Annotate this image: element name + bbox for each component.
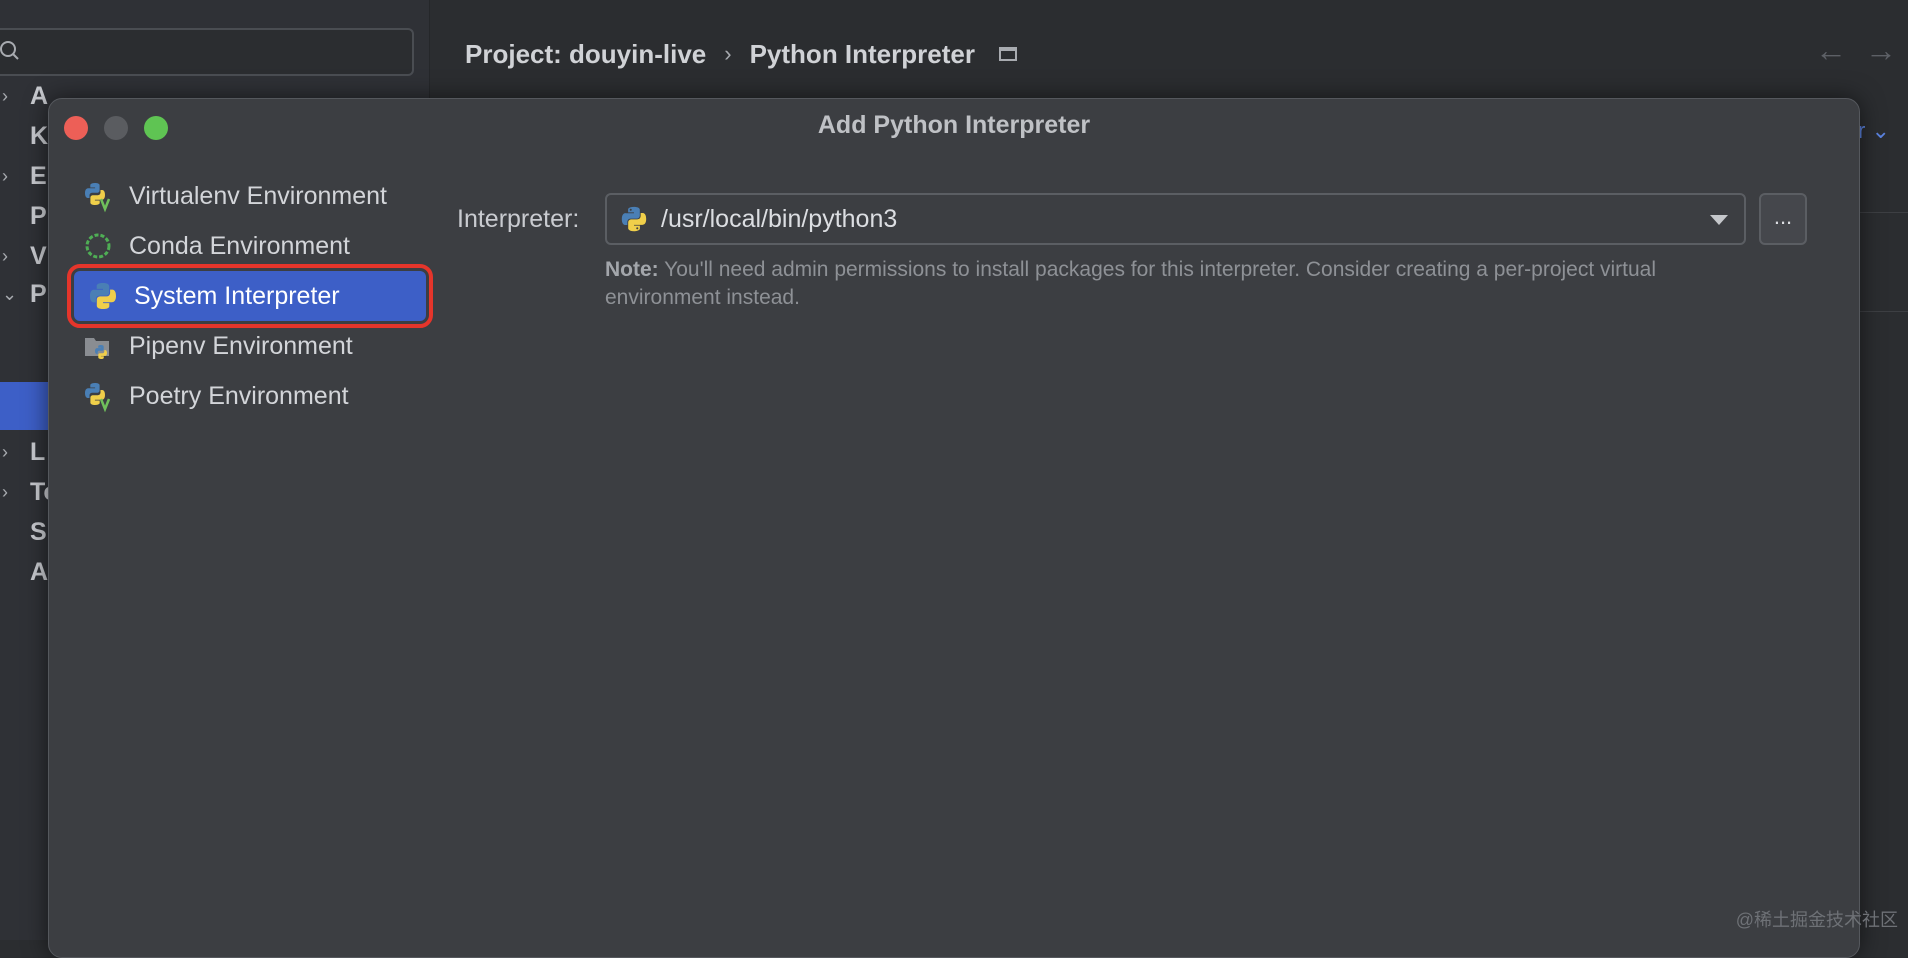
chevron-icon[interactable]: › [2,432,8,472]
chevron-icon[interactable]: › [2,76,8,116]
chevron-icon[interactable]: › [2,156,8,196]
breadcrumb-project[interactable]: Project: douyin-live [465,39,706,70]
note-prefix: Note: [605,258,659,281]
tree-item-label: K [30,116,48,156]
chevron-icon[interactable]: ⌄ [2,274,17,314]
back-arrow-icon[interactable]: ← [1815,32,1847,69]
interpreter-path: /usr/local/bin/python3 [661,205,897,234]
tree-item-label: P [30,274,47,314]
search-icon [0,40,22,62]
env-item-label: Conda Environment [129,232,350,261]
watermark: @稀土掘金技术社区 [1736,906,1898,932]
browse-interpreter-button[interactable]: ... [1759,193,1807,245]
dialog-title: Add Python Interpreter [49,111,1859,140]
python-icon [619,204,649,234]
tree-item-label: S [30,512,47,552]
settings-search-input[interactable] [0,28,414,76]
interpreter-label: Interpreter: [457,205,579,234]
chevron-icon[interactable]: › [2,236,8,276]
env-item-system-interpreter[interactable]: System Interpreter [74,271,426,321]
tree-item-label: L [30,432,45,472]
virtualenv-icon [81,179,115,213]
env-item-virtualenv-environment[interactable]: Virtualenv Environment [69,171,469,221]
background-dropdown-link[interactable]: r ⌄ [1858,118,1890,144]
conda-icon [81,229,115,263]
env-item-label: System Interpreter [134,282,340,311]
tree-item-label: A [30,76,48,116]
pipenv-icon [81,329,115,363]
admin-permissions-note: Note: You'll need admin permissions to i… [605,256,1745,312]
chevron-down-icon[interactable] [1710,215,1728,225]
tree-item-label: A [30,552,48,592]
breadcrumb: Project: douyin-live › Python Interprete… [465,34,1017,74]
breadcrumb-separator: › [724,41,731,67]
python-icon [86,279,120,313]
env-item-conda-environment[interactable]: Conda Environment [69,221,469,271]
interpreter-select[interactable]: /usr/local/bin/python3 [605,193,1746,245]
env-item-label: Poetry Environment [129,382,349,411]
tree-item-label: P [30,196,47,236]
window-scope-icon [999,47,1017,61]
environment-type-list: Virtualenv Environment Conda Environment S… [69,171,469,421]
breadcrumb-page: Python Interpreter [750,39,975,70]
forward-arrow-icon[interactable]: → [1865,32,1897,69]
note-text: You'll need admin permissions to install… [605,258,1656,309]
settings-tree-selected-item[interactable] [0,382,52,430]
background-table-header [1855,212,1908,312]
poetry-icon [81,379,115,413]
env-item-pipenv-environment[interactable]: Pipenv Environment [69,321,469,371]
env-item-label: Pipenv Environment [129,332,353,361]
env-item-poetry-environment[interactable]: Poetry Environment [69,371,469,421]
chevron-icon[interactable]: › [2,472,8,512]
tree-item-label: E [30,156,47,196]
tree-item-label: V [30,236,47,276]
env-item-label: Virtualenv Environment [129,182,387,211]
add-python-interpreter-dialog: Add Python Interpreter Virtualenv Enviro… [48,98,1860,958]
